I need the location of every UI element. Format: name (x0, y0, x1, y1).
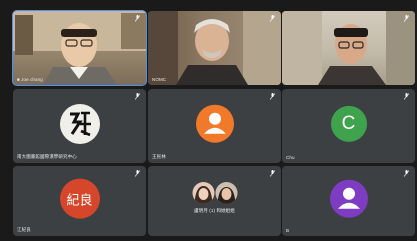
participant-video (13, 11, 146, 85)
organization-logo (59, 103, 100, 144)
participant-name: Chu (286, 155, 295, 160)
video-frame-graphic (13, 11, 146, 85)
participant-tile-b[interactable]: B (282, 166, 415, 236)
participant-name: B (286, 228, 290, 233)
participant-avatar (195, 104, 234, 143)
person-icon (337, 187, 360, 209)
video-frame-graphic (148, 11, 281, 85)
participant-name: ■ Joe chang (17, 77, 43, 82)
participant-tile-3[interactable] (282, 11, 415, 85)
participant-video (148, 11, 281, 85)
avatar-photo-left (192, 181, 214, 204)
video-frame-graphic (282, 11, 415, 85)
mic-off-icon (404, 93, 409, 100)
participant-avatar-text: 紀良 (59, 178, 100, 219)
participant-tile-joe-chang[interactable]: ■ Joe chang (12, 10, 147, 86)
participant-name: 江紀良 (17, 227, 31, 232)
mic-off-icon (270, 93, 275, 100)
mic-off-icon (404, 15, 409, 22)
person-icon (203, 112, 226, 134)
avatar-photo-right (215, 181, 237, 204)
participant-name: 盧明月 (1) 和她姐姐 (194, 208, 235, 213)
mic-off-icon (270, 15, 275, 22)
participant-tile-chu[interactable]: C Chu (282, 89, 415, 163)
participant-tile-jiang[interactable]: 紀良 江紀良 (13, 166, 146, 236)
mic-off-icon (135, 170, 140, 177)
participant-tile-wang[interactable]: 王民林 (148, 89, 281, 163)
participant-name: NOMC (152, 77, 167, 82)
participant-tile-nomc[interactable]: NOMC (148, 11, 281, 85)
video-call-grid: ■ Joe chang NOMC 南大圖書館國際漢學研究中心 王民林 C Chu… (0, 0, 417, 241)
mic-off-icon (135, 93, 140, 100)
participant-video (282, 11, 415, 85)
mic-off-icon (404, 170, 409, 177)
participant-avatar-letter: C (330, 105, 367, 142)
participant-avatar (329, 179, 368, 218)
participant-name: 南大圖書館國際漢學研究中心 (17, 154, 77, 159)
mic-off-icon (135, 15, 140, 22)
participant-tile-sinology-center[interactable]: 南大圖書館國際漢學研究中心 (13, 89, 146, 163)
mic-off-icon (270, 170, 275, 177)
participant-avatar-photo (192, 181, 237, 204)
participant-name: 王民林 (152, 154, 166, 159)
participant-tile-lu[interactable]: 盧明月 (1) 和她姐姐 (148, 166, 281, 236)
